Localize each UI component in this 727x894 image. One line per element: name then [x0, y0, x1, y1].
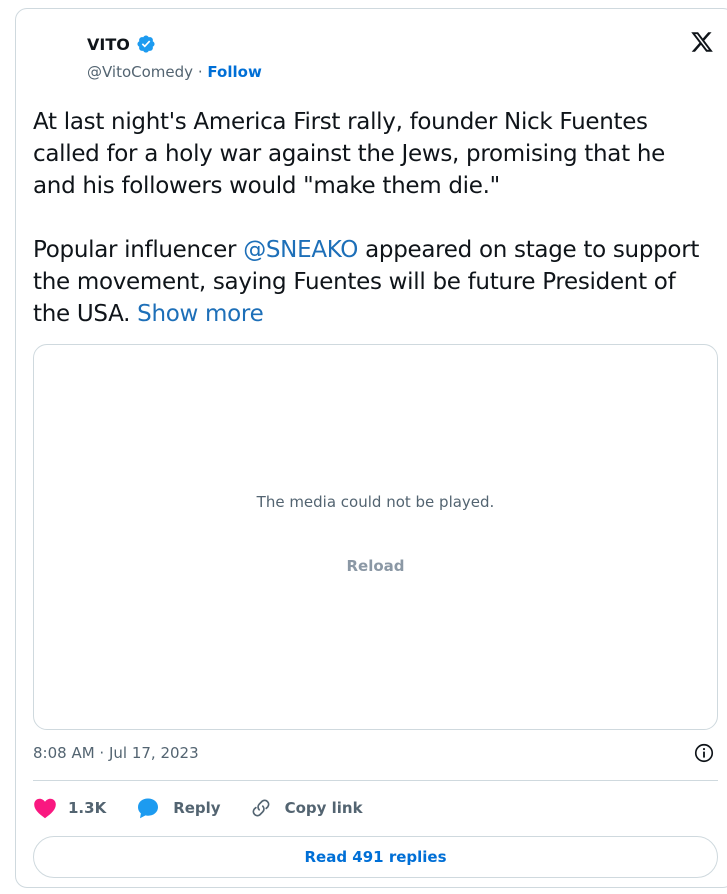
reply-button[interactable]: Reply [136, 796, 221, 820]
tweet-paragraph-2-prefix: Popular influencer [33, 237, 244, 263]
handle-row: @VitoComedy · Follow [87, 63, 262, 81]
reload-button[interactable]: Reload [34, 557, 717, 575]
heart-icon [34, 798, 56, 819]
x-logo-icon[interactable] [689, 30, 715, 54]
author-name[interactable]: VITO [87, 35, 130, 54]
like-button[interactable]: 1.3K [33, 797, 106, 819]
show-more-link[interactable]: Show more [137, 301, 264, 327]
tweet-paragraph-1: At last night's America First rally, fou… [33, 109, 665, 199]
link-icon [252, 799, 269, 817]
reply-label: Reply [173, 799, 221, 817]
verified-badge-icon [137, 35, 155, 53]
author-handle[interactable]: @VitoComedy [87, 63, 193, 81]
tweet-timestamp[interactable]: 8:08 AM · Jul 17, 2023 [33, 744, 199, 762]
tweet-author: VITO @VitoComedy · Follow [87, 34, 262, 82]
divider [33, 780, 718, 781]
like-count: 1.3K [68, 799, 107, 817]
media-error-message: The media could not be played. [256, 493, 495, 511]
tweet-text: At last night's America First rally, fou… [33, 106, 703, 330]
handle-separator: · [197, 63, 203, 81]
author-name-row: VITO [87, 34, 262, 54]
copy-link-button[interactable]: Copy link [249, 796, 363, 820]
info-icon[interactable] [693, 742, 715, 764]
tweet-actions: 1.3K Reply Copy link [33, 796, 363, 820]
tweet-paragraph-2: Popular influencer @SNEAKO appeared on s… [33, 234, 703, 330]
reply-bubble-icon [138, 798, 159, 819]
copy-link-label: Copy link [284, 799, 363, 817]
follow-button[interactable]: Follow [207, 63, 261, 81]
read-replies-button[interactable]: Read 491 replies [33, 836, 718, 878]
mention-link[interactable]: @SNEAKO [243, 237, 358, 263]
media-player-error: The media could not be played. Reload [33, 344, 718, 730]
